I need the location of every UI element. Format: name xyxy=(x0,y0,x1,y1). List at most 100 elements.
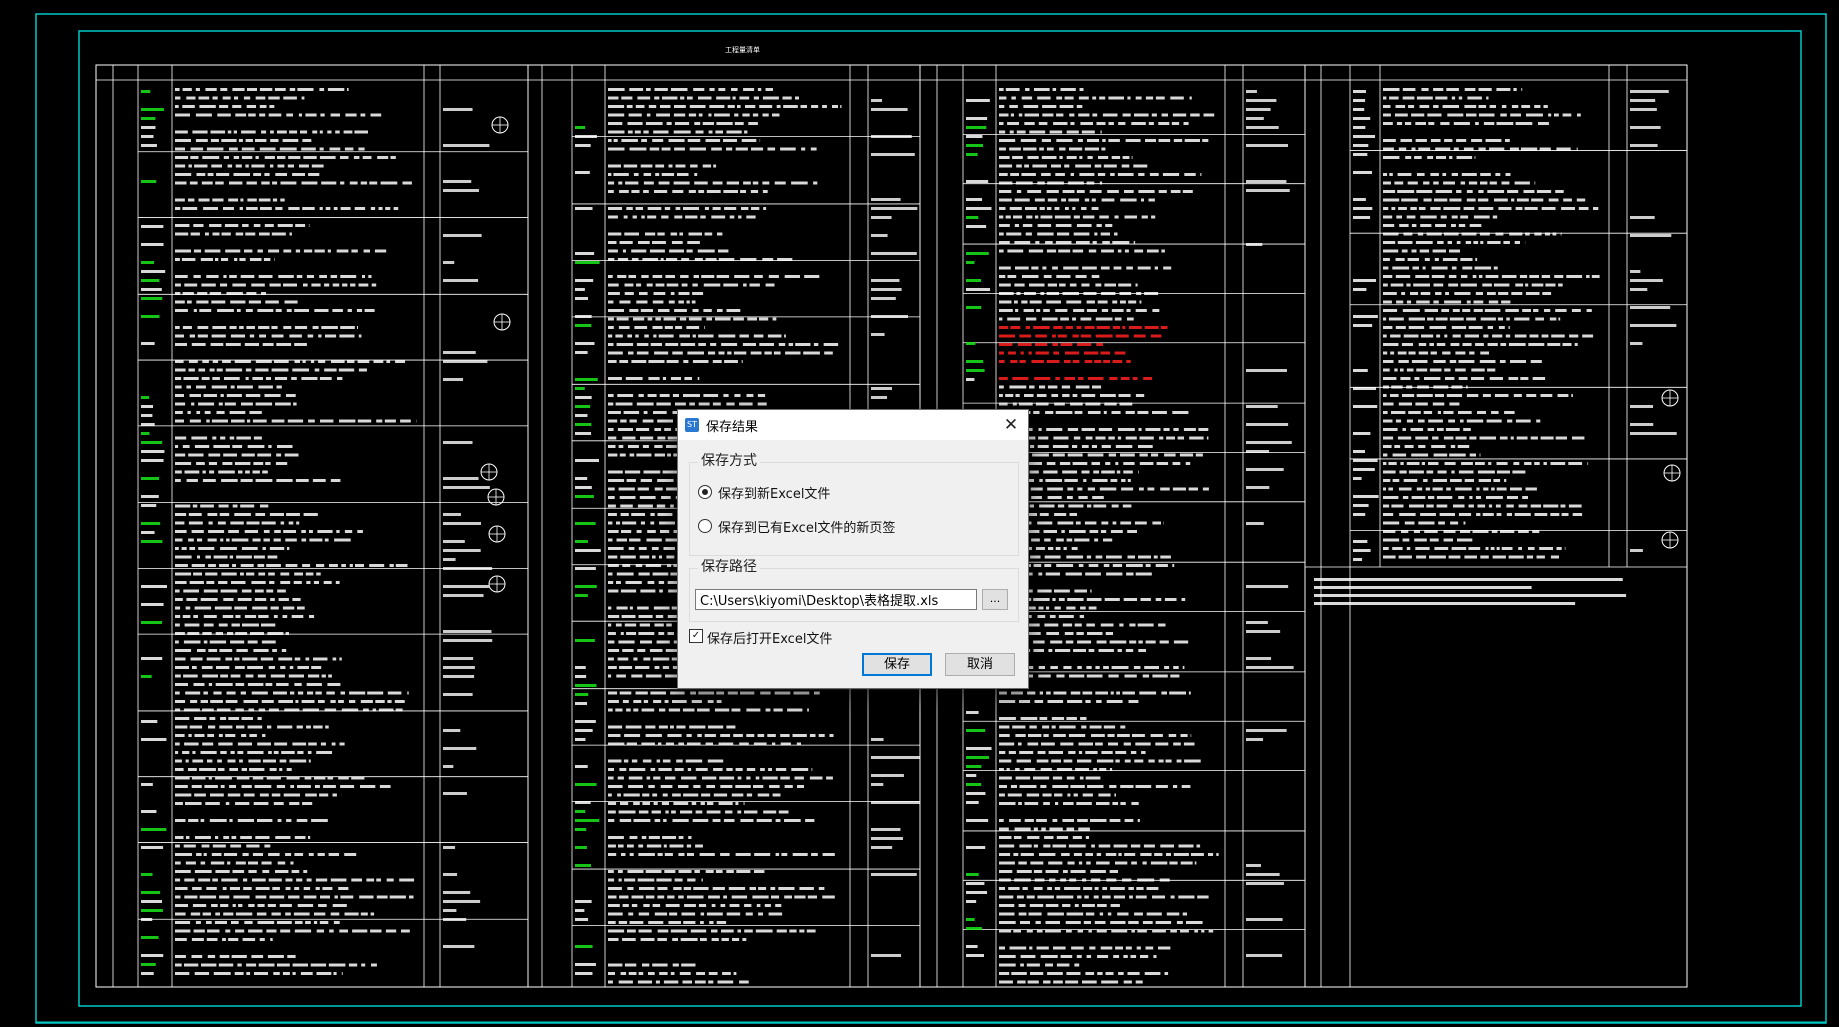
text-mark xyxy=(720,734,730,737)
text-mark xyxy=(175,148,185,151)
text-mark xyxy=(274,615,278,618)
text-mark xyxy=(1448,241,1452,244)
name-mark xyxy=(966,792,985,795)
text-mark xyxy=(638,853,655,856)
text-mark xyxy=(1480,360,1496,363)
text-mark xyxy=(676,207,681,210)
text-mark xyxy=(1420,250,1429,253)
text-mark xyxy=(277,726,292,729)
text-mark xyxy=(1124,981,1132,984)
text-mark xyxy=(720,853,730,856)
text-mark xyxy=(1029,284,1045,287)
text-mark xyxy=(1156,564,1168,567)
text-mark xyxy=(175,853,192,856)
text-mark xyxy=(1143,862,1147,865)
text-mark xyxy=(258,904,265,907)
text-mark xyxy=(268,904,276,907)
text-mark xyxy=(225,930,230,933)
save-path-input[interactable] xyxy=(695,589,977,610)
text-mark xyxy=(175,709,180,712)
text-mark xyxy=(619,879,622,882)
text-mark xyxy=(202,632,211,635)
text-mark xyxy=(1441,216,1447,219)
text-mark xyxy=(698,190,704,193)
text-mark xyxy=(650,513,654,516)
text-mark xyxy=(330,148,341,151)
text-mark xyxy=(1383,97,1386,100)
text-mark xyxy=(608,836,624,839)
text-mark xyxy=(1106,556,1122,559)
text-mark xyxy=(1011,972,1027,975)
close-icon[interactable]: ✕ xyxy=(994,410,1028,440)
text-mark xyxy=(1462,233,1477,236)
text-mark xyxy=(267,726,271,729)
text-mark xyxy=(824,343,838,346)
text-mark xyxy=(1019,114,1023,117)
text-mark xyxy=(630,921,644,924)
text-mark xyxy=(626,581,642,584)
text-mark xyxy=(182,751,189,754)
text-mark xyxy=(175,292,180,295)
text-mark xyxy=(212,335,226,338)
name-mark xyxy=(966,225,986,228)
dialog-title-bar[interactable]: ST 保存结果 ✕ xyxy=(678,410,1028,440)
text-mark xyxy=(999,335,1015,338)
note-mark xyxy=(443,630,491,633)
text-mark xyxy=(273,972,280,975)
text-mark xyxy=(255,369,268,372)
text-mark xyxy=(267,777,281,780)
browse-button[interactable]: ... xyxy=(982,589,1008,610)
text-mark xyxy=(1108,734,1115,737)
text-mark xyxy=(1102,309,1108,312)
text-mark xyxy=(262,870,269,873)
text-mark xyxy=(191,233,200,236)
name-mark xyxy=(575,297,588,300)
text-mark xyxy=(294,887,299,890)
text-mark xyxy=(275,403,291,406)
text-mark xyxy=(219,564,229,567)
text-mark xyxy=(789,930,796,933)
text-mark xyxy=(276,462,287,465)
text-mark xyxy=(1409,505,1424,508)
name-mark xyxy=(141,873,153,876)
text-mark xyxy=(1404,233,1413,236)
text-mark xyxy=(184,284,197,287)
text-mark xyxy=(266,930,276,933)
text-mark xyxy=(1147,887,1159,890)
open-after-save-checkbox[interactable]: ✓ xyxy=(689,629,703,643)
note-mark xyxy=(1246,873,1280,876)
text-mark xyxy=(1041,768,1052,771)
note-mark xyxy=(1630,126,1661,129)
text-mark xyxy=(220,904,228,907)
cancel-button[interactable]: 取消 xyxy=(945,653,1015,676)
text-mark xyxy=(361,182,367,185)
text-mark xyxy=(742,938,746,941)
text-mark xyxy=(706,258,717,261)
text-mark xyxy=(1047,250,1056,253)
text-mark xyxy=(1121,377,1130,380)
text-mark xyxy=(680,97,684,100)
text-mark xyxy=(1016,777,1031,780)
text-mark xyxy=(263,343,274,346)
text-mark xyxy=(999,853,1010,856)
text-mark xyxy=(1424,411,1432,414)
text-mark xyxy=(308,743,317,746)
text-mark xyxy=(1450,318,1464,321)
note-mark xyxy=(443,594,484,597)
save-button[interactable]: 保存 xyxy=(862,653,932,676)
text-mark xyxy=(185,471,200,474)
text-mark xyxy=(1080,122,1093,125)
text-mark xyxy=(1383,403,1394,406)
text-mark xyxy=(1012,377,1028,380)
radio-button[interactable] xyxy=(698,519,712,533)
name-mark xyxy=(575,900,592,903)
note-mark xyxy=(1630,405,1653,408)
text-mark xyxy=(223,275,226,278)
radio-button-selected[interactable] xyxy=(698,485,712,499)
text-mark xyxy=(233,505,238,508)
text-mark xyxy=(738,216,741,219)
text-mark xyxy=(1160,879,1170,882)
text-mark xyxy=(1068,862,1075,865)
text-mark xyxy=(307,683,322,686)
text-mark xyxy=(688,768,691,771)
